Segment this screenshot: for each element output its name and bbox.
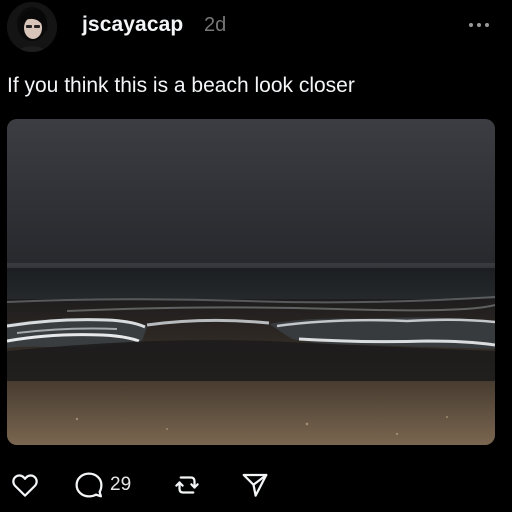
username-link[interactable]: jscayacap: [82, 13, 183, 37]
more-horizontal-icon: [469, 23, 489, 27]
post-timestamp: 2d: [204, 14, 227, 36]
more-options-button[interactable]: [466, 14, 492, 36]
repost-icon: [175, 476, 199, 494]
avatar-image: [7, 2, 57, 52]
like-button[interactable]: [10, 465, 40, 505]
avatar[interactable]: [7, 2, 57, 52]
reply-button[interactable]: 29: [74, 465, 131, 505]
comment-bubble-icon: [75, 472, 103, 498]
send-icon: [242, 473, 268, 497]
heart-icon: [12, 474, 38, 497]
post-caption: If you think this is a beach look closer: [7, 74, 355, 97]
repost-button[interactable]: [172, 465, 202, 505]
beach-photo: [7, 119, 495, 445]
post-media[interactable]: [7, 119, 495, 445]
action-bar: 29: [0, 465, 512, 505]
reply-count: 29: [110, 474, 132, 495]
share-button[interactable]: [240, 465, 270, 505]
